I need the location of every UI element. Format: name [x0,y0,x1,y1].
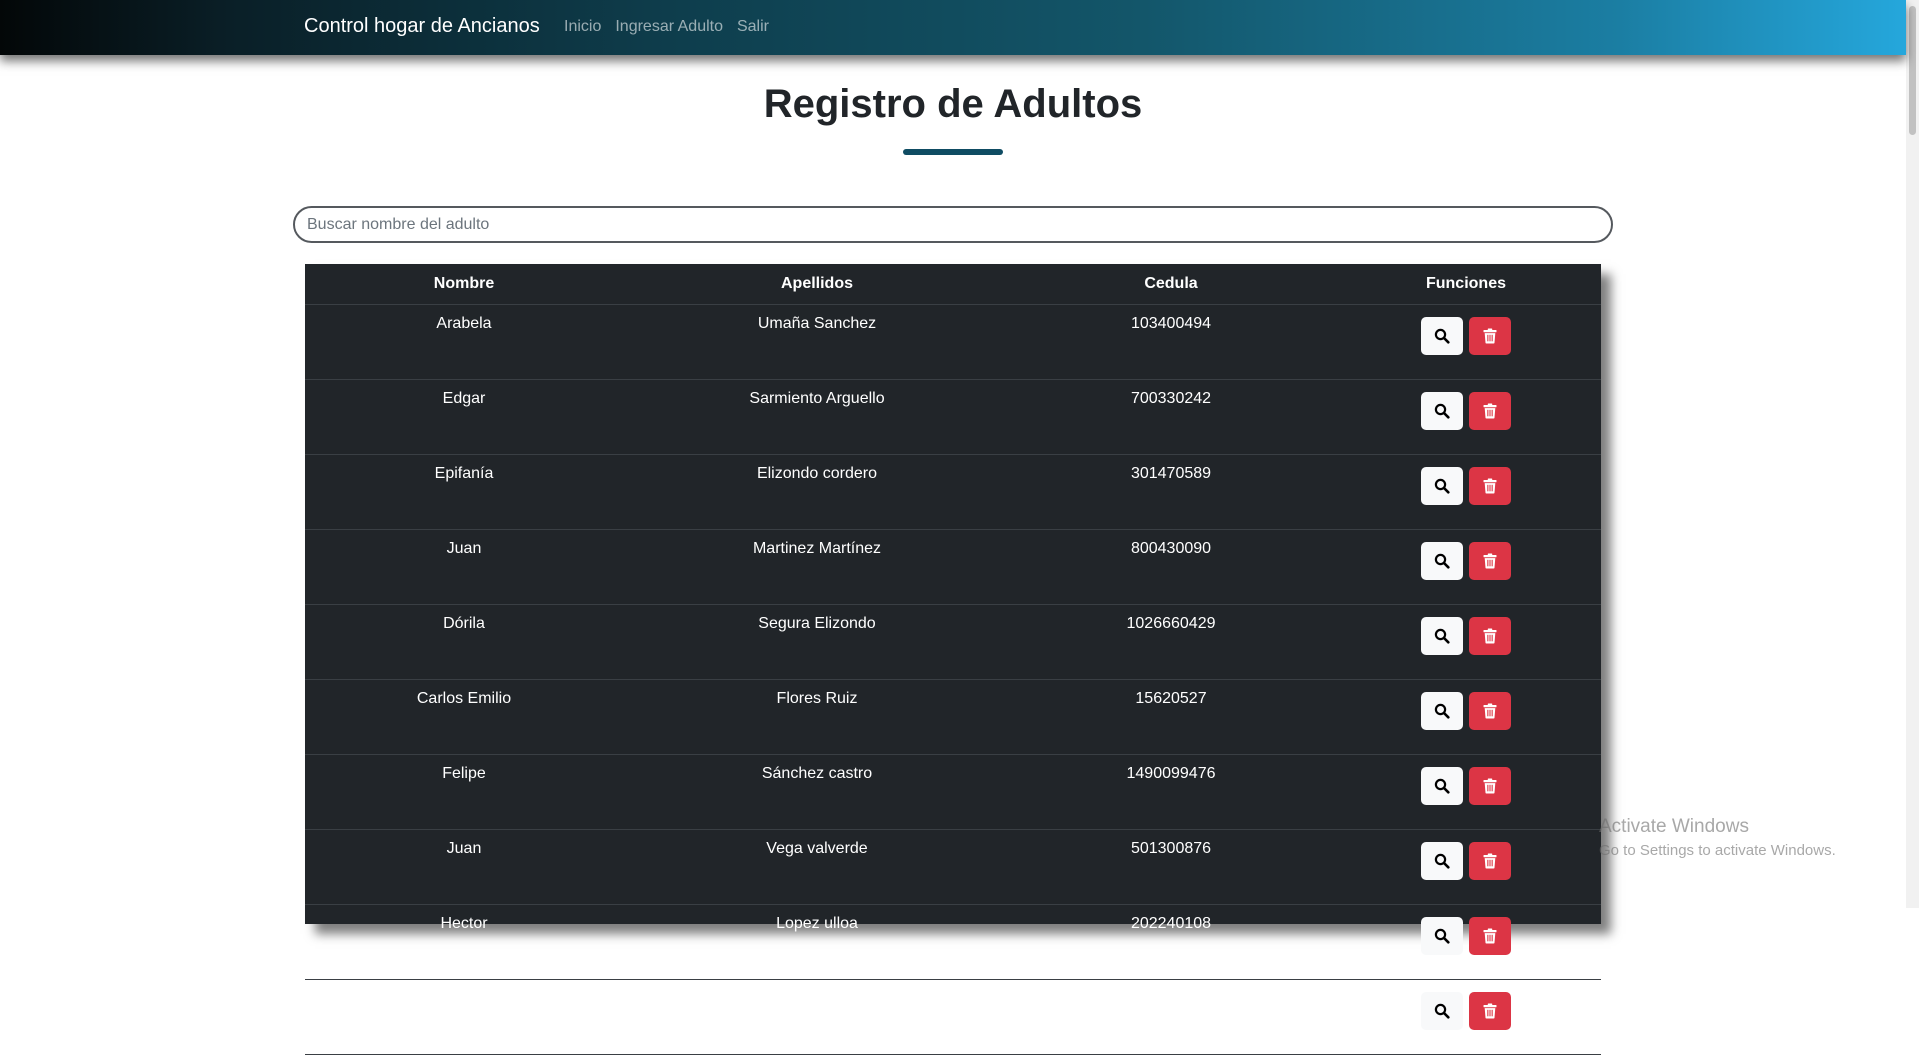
navbar-brand[interactable]: Control hogar de Ancianos [304,15,540,38]
cell-funciones [1331,379,1601,455]
table-header-row: Nombre Apellidos Cedula Funciones [305,264,1601,305]
view-button[interactable] [1421,842,1463,880]
cell-nombre: Jose Mario [305,979,623,1055]
cell-apellidos: Sánchez castro [623,754,1011,830]
nav-link-inicio[interactable]: Inicio [564,18,601,36]
cell-cedula: 15620527 [1011,679,1331,755]
table-body: Arabela Umaña Sanchez 103400494 Edgar Sarmie… [305,304,1601,1055]
cell-apellidos: Martinez Martínez [623,529,1011,605]
search-input[interactable] [293,206,1613,243]
table-row: Jose Mario Picado Cantillo 102900567 [305,979,1601,1055]
cell-apellidos: Elizondo cordero [623,454,1011,530]
table-row: Edgar Sarmiento Arguello 700330242 [305,379,1601,455]
cell-apellidos: Vega valverde [623,829,1011,905]
nav-links: Inicio Ingresar Adulto Salir [564,18,769,36]
cell-apellidos: Flores Ruiz [623,679,1011,755]
delete-button[interactable] [1469,842,1511,880]
header-apellidos: Apellidos [623,264,1011,305]
cell-cedula: 800430090 [1011,529,1331,605]
delete-button[interactable] [1469,467,1511,505]
table-row: Carlos Emilio Flores Ruiz 15620527 [305,679,1601,755]
watermark-subtitle: Go to Settings to activate Windows. [1599,842,1836,859]
table-row: Dórila Segura Elizondo 1026660429 [305,604,1601,680]
cell-nombre: Arabela [305,304,623,380]
table-row: Felipe Sánchez castro 1490099476 [305,754,1601,830]
cell-funciones [1331,904,1601,980]
cell-nombre: Dórila [305,604,623,680]
delete-button[interactable] [1469,992,1511,1030]
cell-funciones [1331,829,1601,905]
scrollbar-thumb[interactable] [1909,6,1916,135]
header-nombre: Nombre [305,264,623,305]
delete-button[interactable] [1469,392,1511,430]
cell-nombre: Juan [305,829,623,905]
cell-nombre: Felipe [305,754,623,830]
watermark-title: Activate Windows [1599,816,1749,837]
cell-funciones [1331,604,1601,680]
windows-activation-watermark: Activate Windows Go to Settings to activ… [1599,816,1836,859]
view-button[interactable] [1421,467,1463,505]
view-button[interactable] [1421,392,1463,430]
cell-cedula: 1026660429 [1011,604,1331,680]
page-title: Registro de Adultos [763,82,1143,126]
delete-button[interactable] [1469,692,1511,730]
delete-button[interactable] [1469,617,1511,655]
cell-cedula: 102900567 [1011,979,1331,1055]
table-row: Juan Martinez Martínez 800430090 [305,529,1601,605]
navbar: Control hogar de Ancianos Inicio Ingresa… [0,0,1906,55]
table-row: Juan Vega valverde 501300876 [305,829,1601,905]
cell-apellidos: Umaña Sanchez [623,304,1011,380]
nav-link-ingresar-adulto[interactable]: Ingresar Adulto [615,18,723,36]
view-button[interactable] [1421,917,1463,955]
cell-funciones [1331,529,1601,605]
cell-apellidos: Picado Cantillo [623,979,1011,1055]
cell-apellidos: Lopez ulloa [623,904,1011,980]
cell-nombre: Edgar [305,379,623,455]
cell-nombre: Epifanía [305,454,623,530]
header-funciones: Funciones [1331,264,1601,305]
page-scrollbar[interactable] [1906,0,1919,908]
cell-funciones [1331,979,1601,1055]
cell-funciones [1331,679,1601,755]
cell-funciones [1331,754,1601,830]
cell-cedula: 202240108 [1011,904,1331,980]
cell-nombre: Hector [305,904,623,980]
header-cedula: Cedula [1011,264,1331,305]
adults-table: Nombre Apellidos Cedula Funciones Arabel… [305,264,1601,1055]
cell-cedula: 1490099476 [1011,754,1331,830]
table-row: Arabela Umaña Sanchez 103400494 [305,304,1601,380]
cell-apellidos: Sarmiento Arguello [623,379,1011,455]
delete-button[interactable] [1469,317,1511,355]
delete-button[interactable] [1469,767,1511,805]
cell-cedula: 700330242 [1011,379,1331,455]
table-row: Hector Lopez ulloa 202240108 [305,904,1601,980]
cell-funciones [1331,454,1601,530]
cell-nombre: Carlos Emilio [305,679,623,755]
cell-cedula: 301470589 [1011,454,1331,530]
adults-table-container: Nombre Apellidos Cedula Funciones Arabel… [305,264,1601,1055]
cell-nombre: Juan [305,529,623,605]
cell-cedula: 103400494 [1011,304,1331,380]
delete-button[interactable] [1469,542,1511,580]
view-button[interactable] [1421,767,1463,805]
view-button[interactable] [1421,692,1463,730]
view-button[interactable] [1421,317,1463,355]
view-button[interactable] [1421,617,1463,655]
view-button[interactable] [1421,542,1463,580]
title-underline [903,149,1003,155]
view-button[interactable] [1421,992,1463,1030]
cell-apellidos: Segura Elizondo [623,604,1011,680]
table-row: Epifanía Elizondo cordero 301470589 [305,454,1601,530]
cell-cedula: 501300876 [1011,829,1331,905]
cell-funciones [1331,304,1601,380]
nav-link-salir[interactable]: Salir [737,18,769,36]
delete-button[interactable] [1469,917,1511,955]
